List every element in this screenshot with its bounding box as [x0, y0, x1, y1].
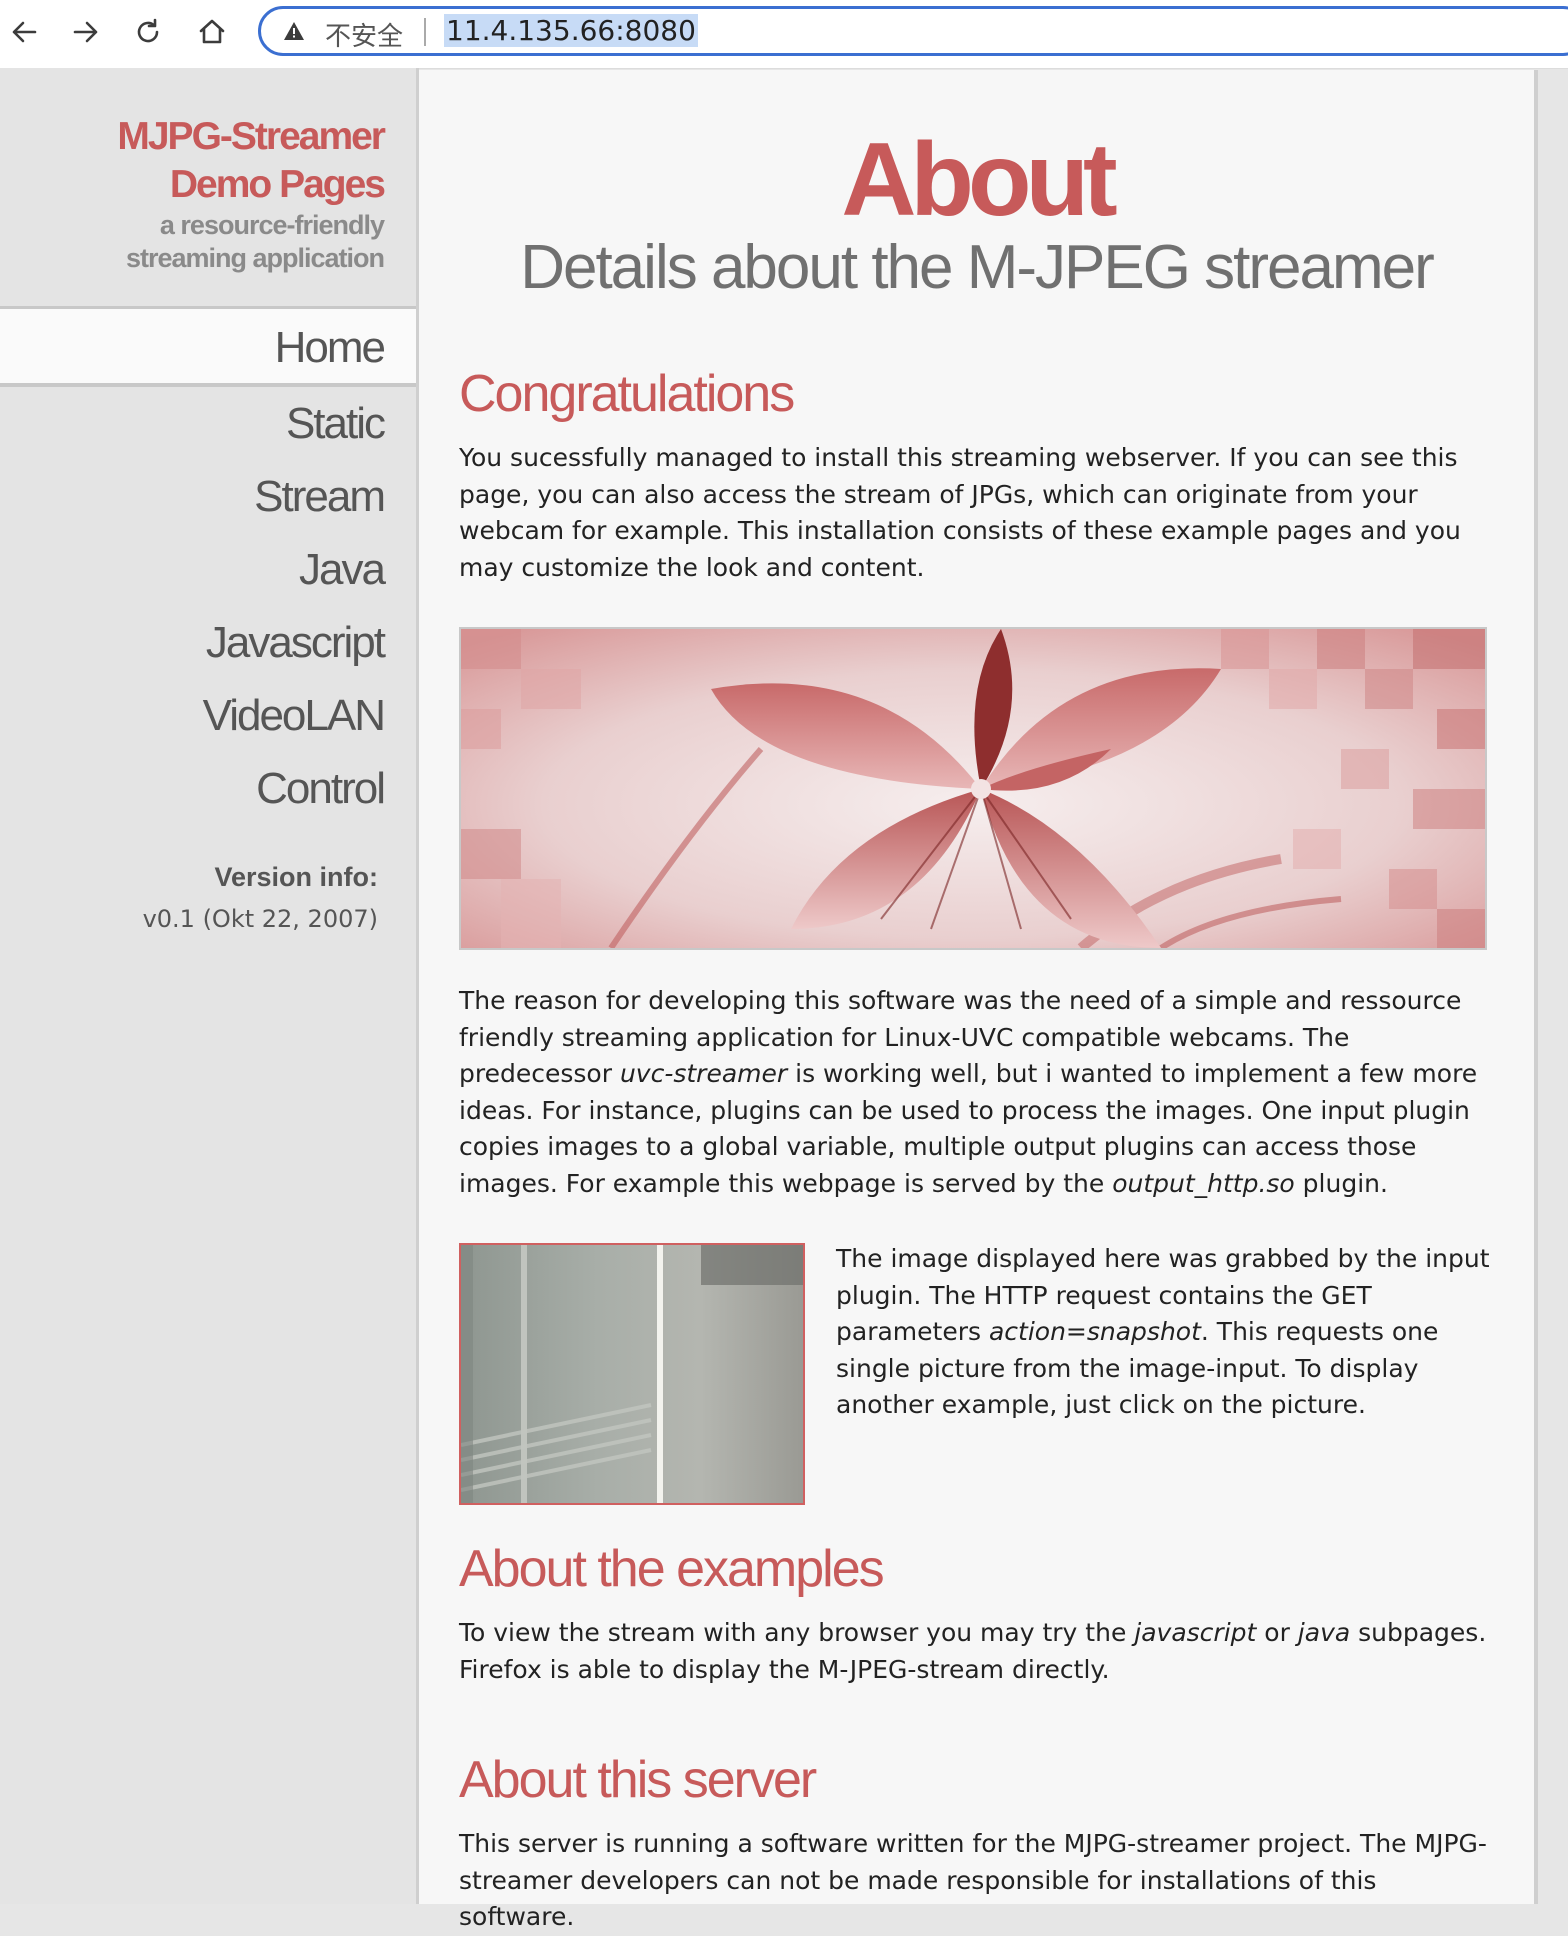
reason-em-output-http: output_http.so	[1112, 1168, 1295, 1198]
security-label[interactable]: 不安全	[325, 16, 403, 53]
snapshot-em-action: action=snapshot	[988, 1317, 1201, 1346]
version-label: Version info:	[214, 862, 378, 892]
heading-about-server: About this server	[459, 1751, 817, 1809]
address-bar[interactable]: 不安全 11.4.135.66:8080	[258, 6, 1568, 56]
reload-button[interactable]	[130, 14, 166, 50]
url-text[interactable]: 11.4.135.66:8080	[444, 14, 698, 47]
home-button[interactable]	[194, 14, 230, 50]
heading-about-examples: About the examples	[459, 1540, 885, 1598]
forward-arrow-icon	[73, 21, 98, 43]
nav-item-java[interactable]: Java	[0, 533, 416, 606]
banner-flower-image	[459, 627, 1487, 950]
nav-item-javascript[interactable]: Javascript	[0, 606, 416, 679]
nav-item-static[interactable]: Static	[0, 387, 416, 460]
snapshot-text: The image displayed here was grabbed by …	[836, 1241, 1496, 1424]
back-button[interactable]	[6, 14, 42, 50]
reload-icon	[137, 18, 159, 43]
address-separator	[424, 18, 426, 46]
brand-title-line2: Demo Pages	[169, 163, 386, 206]
nav-item-home[interactable]: Home	[0, 309, 416, 387]
examples-text: To view the stream with any browser you …	[459, 1615, 1499, 1688]
forward-button[interactable]	[68, 14, 104, 50]
main-content: About Details about the M-JPEG streamer …	[419, 70, 1538, 1931]
page-title: About	[841, 122, 1117, 238]
reason-text: The reason for developing this software …	[459, 983, 1499, 1202]
version-info: Version info: v0.1 (Okt 22, 2007)	[143, 862, 378, 933]
reason-text-part3: plugin.	[1294, 1168, 1388, 1198]
examples-text-part1: To view the stream with any browser you …	[459, 1618, 1135, 1647]
server-text: This server is running a software writte…	[459, 1829, 1487, 1931]
heading-congratulations: Congratulations	[459, 365, 795, 423]
warning-icon[interactable]	[283, 20, 305, 42]
snapshot-image[interactable]	[459, 1243, 805, 1505]
version-value: v0.1 (Okt 22, 2007)	[142, 905, 378, 933]
nav-item-stream[interactable]: Stream	[0, 460, 416, 533]
back-arrow-icon	[12, 21, 37, 43]
congratulations-text: You sucessfully managed to install this …	[459, 443, 1461, 582]
nav-item-videolan[interactable]: VideoLAN	[0, 679, 416, 752]
brand-title-line1: MJPG-Streamer	[117, 115, 386, 158]
brand: MJPG-Streamer Demo Pages a resource-frie…	[117, 113, 386, 275]
home-icon	[199, 19, 225, 44]
examples-text-part2: or	[1256, 1618, 1298, 1647]
nav-item-control[interactable]: Control	[0, 752, 416, 825]
brand-tagline-line1: a resource-friendly	[159, 210, 385, 240]
browser-toolbar: 不安全 11.4.135.66:8080	[0, 0, 1568, 69]
reason-em-uvc-streamer: uvc-streamer	[619, 1059, 788, 1088]
sidebar: MJPG-Streamer Demo Pages a resource-frie…	[0, 68, 419, 1904]
page-subtitle: Details about the M-JPEG streamer	[520, 233, 1435, 302]
sidebar-nav: Home Static Stream Java Javascript Video…	[0, 309, 416, 825]
examples-link-java[interactable]: java	[1298, 1618, 1350, 1647]
examples-link-javascript[interactable]: javascript	[1134, 1618, 1256, 1647]
brand-tagline-line2: streaming application	[125, 243, 385, 273]
